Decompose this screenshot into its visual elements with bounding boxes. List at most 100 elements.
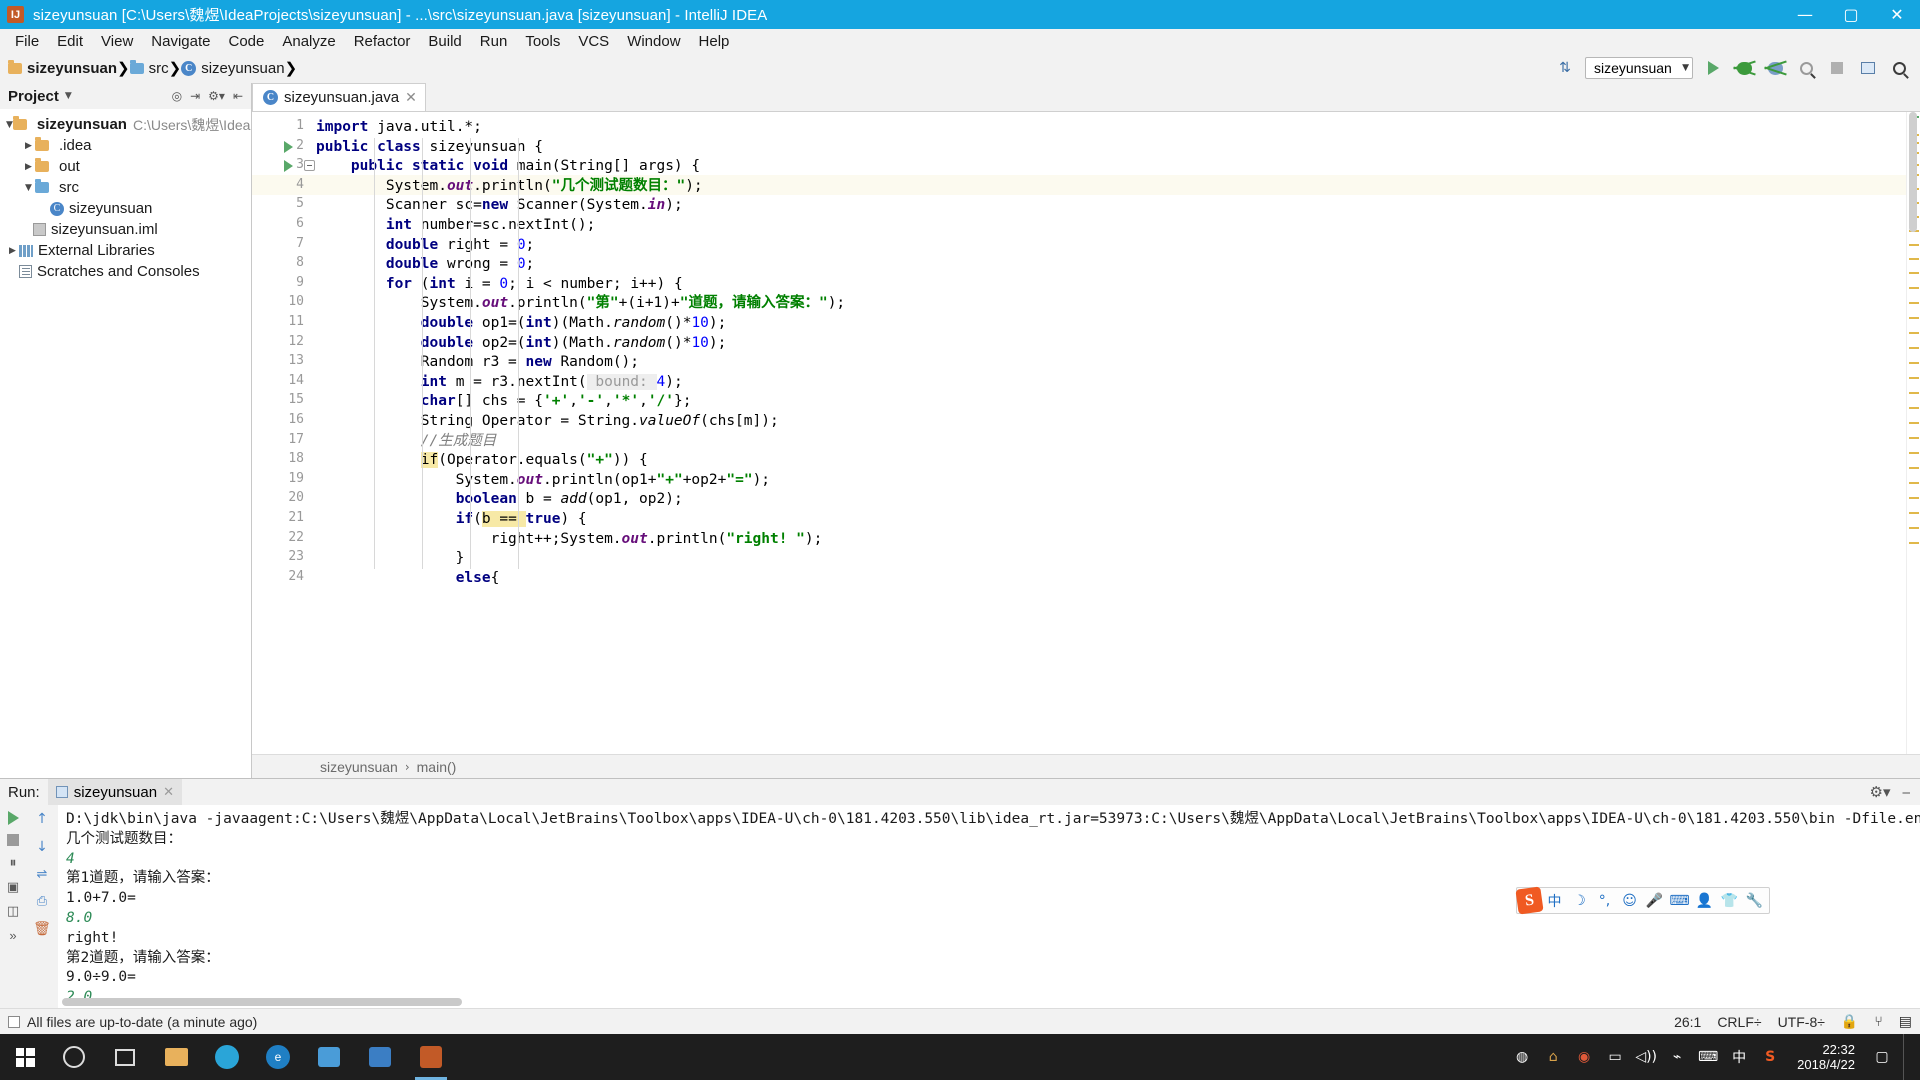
tree-item-scratches[interactable]: Scratches and Consoles: [0, 261, 251, 282]
menu-help[interactable]: Help: [690, 31, 739, 52]
intellij-idea-taskbar-button[interactable]: [407, 1034, 455, 1080]
run-button[interactable]: [1702, 57, 1724, 79]
expand-arrow-icon[interactable]: ▶: [22, 141, 35, 151]
file-explorer-button[interactable]: [152, 1034, 200, 1080]
code-text-area[interactable]: import java.util.*; public class sizeyuns…: [312, 112, 1906, 754]
ime-language-icon[interactable]: 中: [1729, 1047, 1749, 1067]
tools-icon[interactable]: 🔧: [1742, 888, 1767, 913]
menu-run[interactable]: Run: [471, 31, 517, 52]
error-stripe-mark[interactable]: [1909, 497, 1919, 499]
minimize-button[interactable]: —: [1782, 0, 1828, 29]
cortana-button[interactable]: [50, 1034, 98, 1080]
branch-icon[interactable]: ⑂: [1874, 1014, 1882, 1030]
punctuation-icon[interactable]: °,: [1592, 888, 1617, 913]
expand-arrow-icon[interactable]: ▼: [22, 183, 35, 193]
task-view-button[interactable]: [101, 1034, 149, 1080]
notification-icon[interactable]: ▤: [1899, 1014, 1912, 1030]
scroll-down-icon[interactable]: ↓: [36, 839, 48, 855]
tab-sizeyunsuan-java[interactable]: C sizeyunsuan.java ✕: [252, 83, 426, 111]
breadcrumb-class[interactable]: C sizeyunsuan: [181, 60, 285, 77]
chevron-down-icon[interactable]: ▼: [65, 91, 72, 101]
volume-icon[interactable]: ◁)): [1635, 1047, 1657, 1067]
user-icon[interactable]: 👤: [1692, 888, 1717, 913]
menu-tools[interactable]: Tools: [516, 31, 569, 52]
error-stripe-mark[interactable]: [1909, 258, 1919, 260]
moon-icon[interactable]: ☽: [1567, 888, 1592, 913]
wechat-button[interactable]: [305, 1034, 353, 1080]
breadcrumb-project[interactable]: sizeyunsuan: [8, 59, 117, 77]
sogou-tray-icon[interactable]: S: [1760, 1047, 1780, 1067]
console-horizontal-scrollbar[interactable]: [62, 998, 462, 1006]
skin-icon[interactable]: 👕: [1717, 888, 1742, 913]
antivirus-icon[interactable]: ◉: [1574, 1047, 1594, 1067]
caret-position[interactable]: 26:1: [1674, 1014, 1701, 1030]
scroll-up-icon[interactable]: ↑: [36, 811, 48, 827]
pause-button[interactable]: ⏸: [10, 855, 17, 871]
error-stripe-mark[interactable]: [1909, 244, 1919, 246]
keyboard-tray-icon[interactable]: ⌨: [1698, 1047, 1718, 1067]
menu-build[interactable]: Build: [419, 31, 470, 52]
line-separator[interactable]: CRLF÷: [1717, 1014, 1761, 1030]
error-stripe-mark[interactable]: [1909, 377, 1919, 379]
error-stripe-mark[interactable]: [1909, 332, 1919, 334]
error-stripe-mark[interactable]: [1909, 422, 1919, 424]
sogou-logo-icon[interactable]: S: [1515, 886, 1544, 915]
target-icon[interactable]: ◎: [172, 89, 182, 103]
run-configuration-selector[interactable]: sizeyunsuan ▼: [1585, 57, 1693, 79]
toggle-sidebar-icon[interactable]: [8, 1015, 20, 1028]
close-icon[interactable]: ✕: [405, 90, 417, 106]
emoji-icon[interactable]: ☺: [1617, 888, 1642, 913]
menu-refactor[interactable]: Refactor: [345, 31, 420, 52]
sort-updown-icon[interactable]: ⇅: [1554, 57, 1576, 79]
hide-panel-icon[interactable]: ⎯: [1902, 784, 1910, 801]
resume-button[interactable]: ▣: [7, 880, 19, 895]
error-stripe-mark[interactable]: [1909, 527, 1919, 529]
project-tree[interactable]: ▼ sizeyunsuan C:\Users\魏煜\IdeaPro... ▶ .…: [0, 109, 251, 778]
menu-edit[interactable]: Edit: [48, 31, 92, 52]
debug-button[interactable]: [1733, 57, 1755, 79]
keyboard-icon[interactable]: ⌨: [1667, 888, 1692, 913]
lock-icon[interactable]: 🔒: [1841, 1014, 1858, 1030]
breadcrumb-class-name[interactable]: sizeyunsuan: [320, 759, 398, 775]
editor-viewport[interactable]: 1 2 3 4 5 6 7 8 9 10 11 12 13 14 15 16 17 18 19 20 21 22 23 24 …: [252, 111, 1920, 754]
error-stripe-mark[interactable]: [1909, 452, 1919, 454]
expand-arrow-icon[interactable]: ▼: [6, 120, 13, 130]
tree-item-project[interactable]: ▼ sizeyunsuan C:\Users\魏煜\IdeaPro...: [0, 114, 251, 135]
maximize-button[interactable]: ▢: [1828, 0, 1874, 29]
tree-item-class[interactable]: C sizeyunsuan: [0, 198, 251, 219]
error-stripe-mark[interactable]: [1909, 317, 1919, 319]
stop-button[interactable]: [7, 834, 19, 846]
tree-item-iml[interactable]: sizeyunsuan.iml: [0, 219, 251, 240]
error-stripe-mark[interactable]: [1909, 482, 1919, 484]
store-button[interactable]: [356, 1034, 404, 1080]
edge-button[interactable]: e: [254, 1034, 302, 1080]
close-button[interactable]: ✕: [1874, 0, 1920, 29]
microphone-icon[interactable]: 🎤: [1642, 888, 1667, 913]
menu-analyze[interactable]: Analyze: [273, 31, 344, 52]
collapse-icon[interactable]: ⇥: [190, 89, 200, 103]
settings-icon[interactable]: ⚙▾: [208, 89, 225, 103]
file-encoding[interactable]: UTF-8÷: [1778, 1014, 1825, 1030]
error-stripe-mark[interactable]: [1909, 467, 1919, 469]
menu-file[interactable]: File: [6, 31, 48, 52]
layout-button[interactable]: [1857, 57, 1879, 79]
tree-item-external-libraries[interactable]: ▶ External Libraries: [0, 240, 251, 261]
rerun-button[interactable]: [7, 811, 19, 825]
tree-item-src[interactable]: ▼ src: [0, 177, 251, 198]
clear-all-icon[interactable]: 🗑: [33, 921, 51, 937]
error-stripe-mark[interactable]: [1909, 287, 1919, 289]
more-button[interactable]: »: [9, 928, 16, 943]
menu-navigate[interactable]: Navigate: [142, 31, 219, 52]
menu-code[interactable]: Code: [219, 31, 273, 52]
hide-panel-icon[interactable]: ⇤: [233, 89, 243, 103]
expand-arrow-icon[interactable]: ▶: [6, 246, 19, 256]
stop-button[interactable]: [1826, 57, 1848, 79]
tree-item-out[interactable]: ▶ out: [0, 156, 251, 177]
print-icon[interactable]: ⎙: [37, 894, 47, 909]
help-circle-icon[interactable]: ◍: [1512, 1047, 1532, 1067]
show-desktop-button[interactable]: [1903, 1034, 1910, 1080]
breadcrumb-method-name[interactable]: main(): [417, 759, 457, 775]
settings-gear-icon[interactable]: ⚙▾: [1870, 783, 1891, 801]
error-stripe-mark[interactable]: [1909, 512, 1919, 514]
clock[interactable]: 22:32 2018/4/22: [1791, 1042, 1861, 1072]
